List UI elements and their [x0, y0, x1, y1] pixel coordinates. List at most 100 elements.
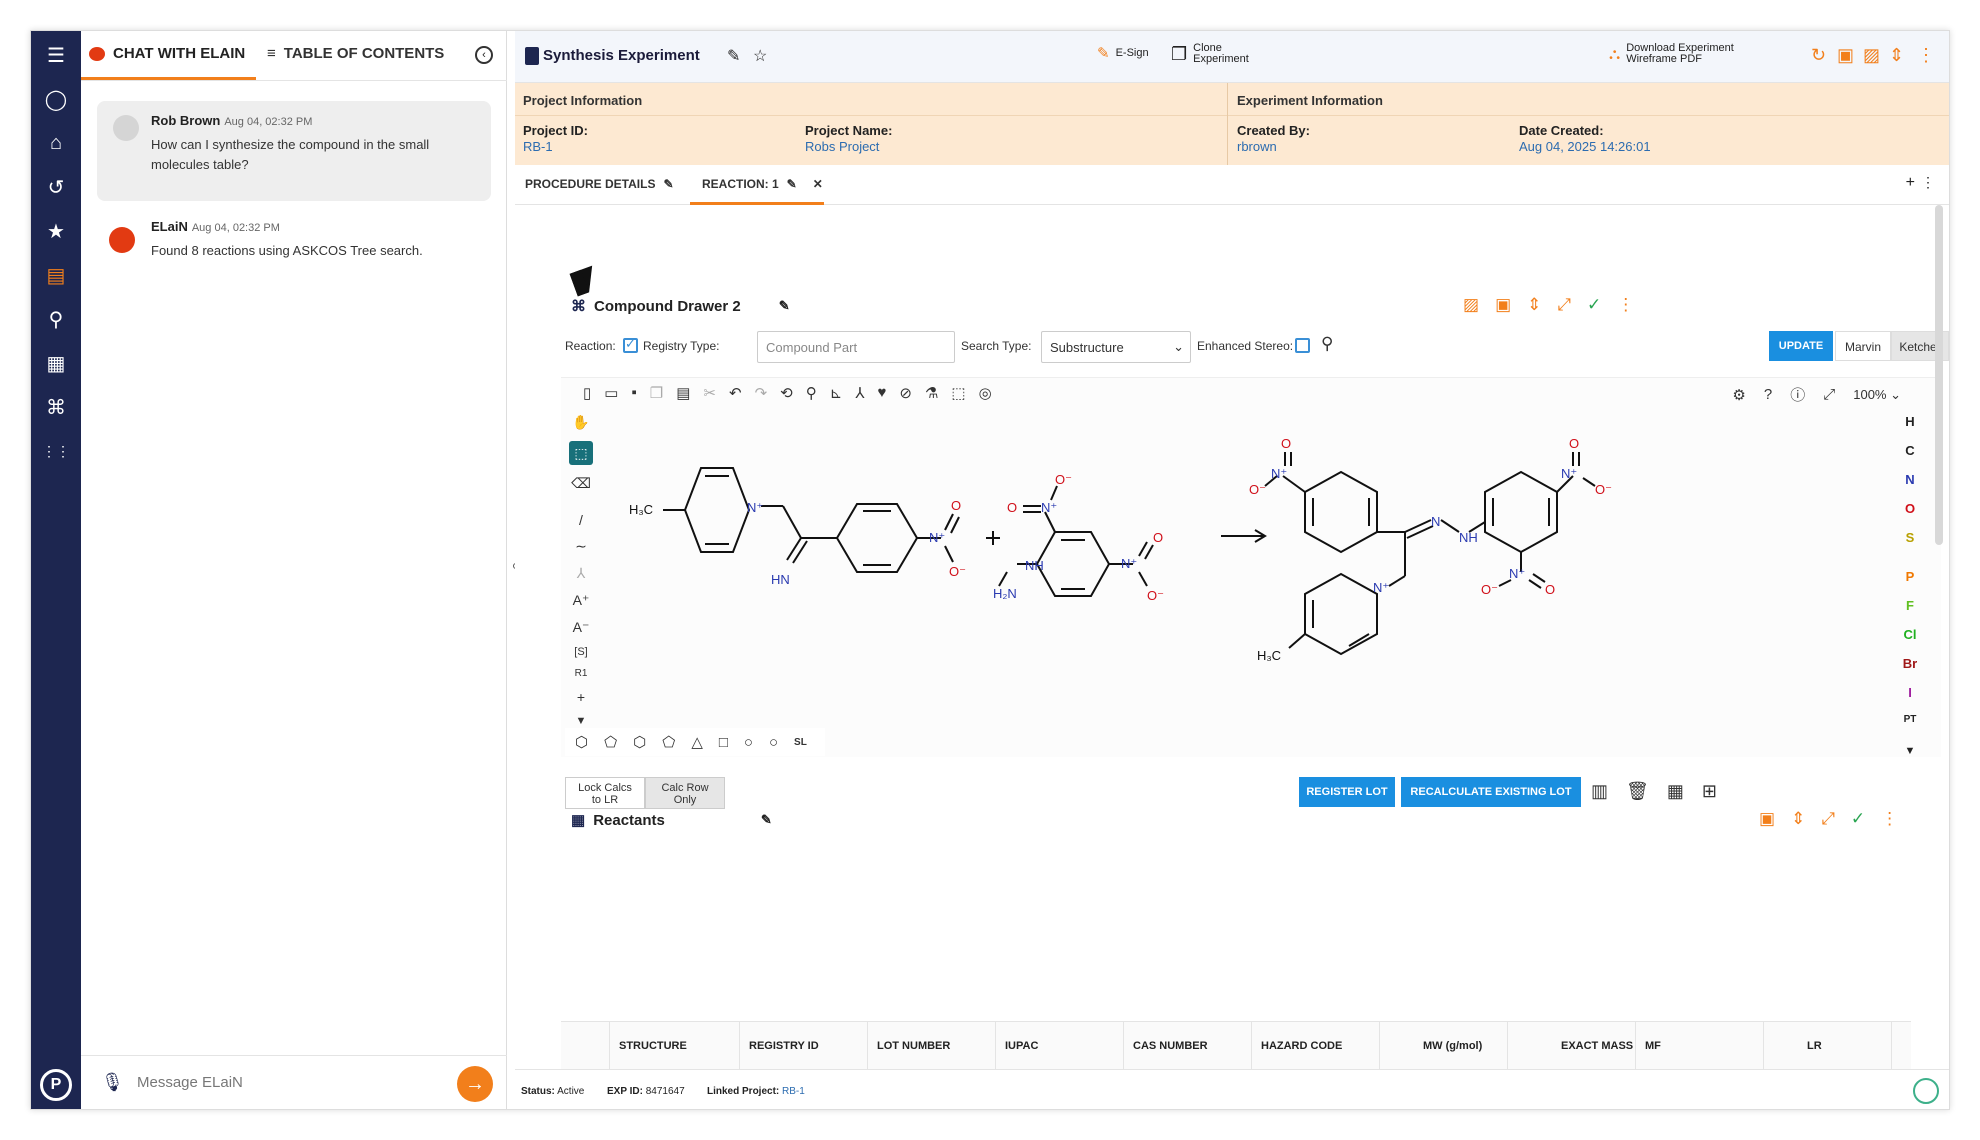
help-icon[interactable]: ?: [1764, 386, 1772, 403]
undo-icon[interactable]: ↶: [729, 384, 742, 402]
edit-icon[interactable]: ✎: [761, 812, 772, 828]
element-c-button[interactable]: C: [1905, 443, 1914, 458]
column-header[interactable]: LOT NUMBER: [877, 1040, 950, 1052]
collapse-panel-icon[interactable]: ‹: [475, 46, 493, 64]
element-pt-button[interactable]: PT: [1904, 714, 1917, 725]
tab-table-of-contents[interactable]: ≡ TABLE OF CONTENTS: [267, 45, 444, 62]
chain-icon[interactable]: ∼: [575, 538, 587, 555]
expand-elements-icon[interactable]: ▼: [1905, 745, 1916, 757]
search-type-select[interactable]: Substructure ⌄: [1041, 331, 1191, 363]
column-header[interactable]: LR: [1807, 1040, 1822, 1052]
element-cl-button[interactable]: Cl: [1904, 627, 1917, 642]
search-icon[interactable]: ⚲: [31, 301, 81, 337]
project-id-value[interactable]: RB-1: [523, 139, 553, 154]
sgroup-icon[interactable]: [S]: [574, 646, 587, 658]
check-icon[interactable]: ✓: [1587, 295, 1601, 315]
enhanced-stereo-checkbox[interactable]: [1295, 338, 1310, 353]
element-i-button[interactable]: I: [1908, 685, 1912, 700]
expand-icon[interactable]: ⤢: [1557, 295, 1571, 315]
eraser-icon[interactable]: ⌫: [571, 475, 591, 492]
grid-icon[interactable]: ⋮⋮: [31, 433, 81, 469]
clipboard-icon[interactable]: ▣: [1837, 45, 1854, 66]
update-button[interactable]: UPDATE: [1769, 331, 1833, 361]
check-icon[interactable]: ✓: [1851, 809, 1865, 829]
structure-editor[interactable]: ▯ ▭ ▪ ❐ ▤ ✂ ↶ ↷ ⟲ ⚲ ⊾ ⅄ ♥ ⊘ ⚗ ⬚ ◎ ⚙ ? ⓘ …: [561, 377, 1941, 757]
element-h-button[interactable]: H: [1905, 414, 1914, 429]
select-icon[interactable]: ⬚: [569, 441, 593, 465]
tab-reaction[interactable]: REACTION: 1 ✎ ✕: [702, 177, 823, 191]
history-icon[interactable]: ↺: [31, 169, 81, 205]
column-add-icon[interactable]: ⊞: [1702, 781, 1717, 802]
save-icon[interactable]: ▪: [631, 384, 636, 402]
edit-icon[interactable]: ✎: [787, 177, 797, 191]
app-logo[interactable]: P: [40, 1069, 72, 1101]
column-header[interactable]: MF: [1645, 1040, 1661, 1052]
edit-icon[interactable]: ✎: [779, 298, 790, 314]
table-settings-icon[interactable]: ▦: [1667, 781, 1684, 802]
download-pdf-button[interactable]: ⛬ Download Experiment Wireframe PDF: [1609, 43, 1734, 65]
check-structure-icon[interactable]: ♥: [877, 384, 886, 402]
microphone-icon[interactable]: 🎙: [101, 1072, 124, 1093]
stereo-icon[interactable]: ⅄: [855, 384, 864, 402]
column-header[interactable]: MW (g/mol): [1423, 1040, 1482, 1052]
zoom-select[interactable]: 100% ⌄: [1853, 387, 1901, 403]
add-comment-icon[interactable]: ▣: [1495, 295, 1511, 315]
home-icon[interactable]: ⌂: [31, 125, 81, 161]
delete-icon[interactable]: 🗑: [1626, 781, 1649, 802]
copy-icon[interactable]: ❐: [650, 384, 663, 402]
column-header[interactable]: REGISTRY ID: [749, 1040, 819, 1052]
element-f-button[interactable]: F: [1906, 598, 1914, 613]
element-p-button[interactable]: P: [1906, 569, 1915, 584]
charge-icon[interactable]: ⅄: [577, 565, 586, 582]
new-file-icon[interactable]: ▯: [583, 384, 591, 402]
pdf-icon[interactable]: ▨: [1463, 295, 1479, 315]
structure-library-icon[interactable]: SL: [794, 737, 807, 748]
molecule-icon[interactable]: ⌘: [31, 389, 81, 425]
edit-title-icon[interactable]: ✎: [727, 46, 740, 66]
tab-chat[interactable]: CHAT WITH ELAIN: [89, 45, 245, 62]
register-lot-button[interactable]: REGISTER LOT: [1299, 777, 1395, 807]
book-search-icon[interactable]: ▦: [31, 345, 81, 381]
column-header[interactable]: HAZARD CODE: [1261, 1040, 1342, 1052]
scrollbar[interactable]: [1935, 205, 1943, 545]
column-header[interactable]: STRUCTURE: [619, 1040, 687, 1052]
close-icon[interactable]: ✕: [813, 177, 823, 191]
element-o-button[interactable]: O: [1905, 501, 1915, 516]
expand-icon[interactable]: ⤢: [1821, 809, 1835, 829]
info-icon[interactable]: ⓘ: [1790, 384, 1805, 405]
registry-type-checkbox[interactable]: [623, 336, 638, 353]
charge-minus-icon[interactable]: A⁻: [573, 619, 590, 636]
settings-icon[interactable]: ⚙: [1732, 386, 1745, 404]
hand-icon[interactable]: ✋: [572, 414, 589, 431]
charge-plus-icon[interactable]: A⁺: [573, 592, 590, 609]
tab-procedure-details[interactable]: PROCEDURE DETAILS ✎: [525, 177, 674, 191]
redo-icon[interactable]: ↷: [755, 384, 768, 402]
paste-icon[interactable]: ▤: [676, 384, 690, 402]
clone-experiment-button[interactable]: ❐ Clone Experiment: [1171, 43, 1249, 65]
cyclopentane-icon[interactable]: ⬠: [604, 733, 617, 751]
chat-input[interactable]: Message ELaiN: [137, 1074, 243, 1091]
fullscreen-icon[interactable]: ⤢: [1823, 386, 1835, 403]
favorite-star-icon[interactable]: ☆: [753, 46, 767, 66]
created-by-value[interactable]: rbrown: [1237, 139, 1277, 154]
rgroup-icon[interactable]: R1: [575, 668, 588, 679]
benzene-icon[interactable]: ⬡: [633, 733, 646, 751]
compound-part-input[interactable]: Compound Part: [757, 331, 955, 363]
triangle-icon[interactable]: △: [691, 733, 703, 751]
chat-icon[interactable]: ▤: [31, 257, 81, 293]
linked-project-link[interactable]: RB-1: [782, 1086, 805, 1097]
pdf-icon[interactable]: ▨: [1863, 45, 1880, 66]
square-icon[interactable]: □: [719, 734, 728, 751]
edit-icon[interactable]: ✎: [663, 177, 673, 191]
circle-icon[interactable]: ○: [769, 734, 778, 751]
menu-icon[interactable]: ☰: [31, 37, 81, 73]
3d-view-icon[interactable]: ◎: [979, 384, 992, 402]
validate-icon[interactable]: ⊘: [899, 384, 912, 402]
refresh-icon[interactable]: ↻: [1811, 45, 1826, 66]
clean-icon[interactable]: ⚲: [806, 384, 817, 402]
column-header[interactable]: CAS NUMBER: [1133, 1040, 1208, 1052]
cut-icon[interactable]: ✂: [703, 384, 716, 402]
star-icon[interactable]: ★: [31, 213, 81, 249]
chart-add-icon[interactable]: ▥: [1591, 781, 1608, 802]
user-icon[interactable]: ◯: [31, 81, 81, 117]
